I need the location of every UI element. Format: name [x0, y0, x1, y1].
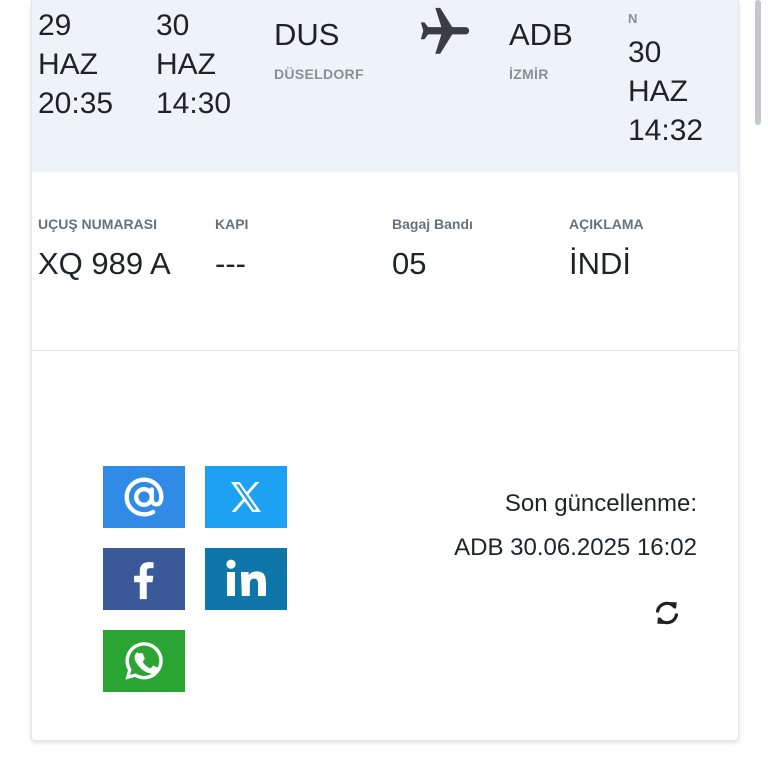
actual-departure-day: 30 — [156, 9, 190, 42]
arrival-column-label: N — [628, 0, 738, 28]
flight-number-value: XQ 989 A — [38, 246, 171, 281]
departure-month: HAZ — [38, 48, 98, 81]
share-x-button[interactable] — [205, 466, 287, 528]
gate-value: --- — [215, 246, 246, 281]
arrival-month: HAZ — [628, 75, 688, 108]
destination-city: İZMİR — [509, 66, 549, 82]
flight-details: UÇUŞ NUMARASI XQ 989 A KAPI --- Bagaj Ba… — [32, 172, 738, 351]
x-logo-icon — [231, 482, 261, 512]
flight-number-label: UÇUŞ NUMARASI — [38, 216, 157, 232]
last-update-value: ADB 30.06.2025 16:02 — [454, 534, 697, 561]
share-linkedin-button[interactable] — [205, 548, 287, 610]
share-facebook-button[interactable] — [103, 548, 185, 610]
whatsapp-icon — [125, 642, 163, 680]
airplane-icon — [420, 7, 470, 54]
share-email-button[interactable] — [103, 466, 185, 528]
status-label: AÇIKLAMA — [569, 216, 644, 232]
linkedin-icon — [226, 559, 266, 596]
at-sign-icon — [124, 477, 164, 517]
flight-card: 29 HAZ 20:35 30 HAZ 14:30 DUS DÜSELDORF … — [31, 0, 739, 741]
share-whatsapp-button[interactable] — [103, 630, 185, 692]
refresh-icon[interactable] — [652, 598, 682, 628]
arrival-time: 14:32 — [628, 114, 704, 147]
arrival-date-col: 30 HAZ 14:32 — [628, 33, 703, 150]
arrival-label-fragment: N — [628, 11, 638, 26]
arrival-day: 30 — [628, 36, 662, 69]
baggage-label: Bagaj Bandı — [392, 216, 473, 232]
actual-departure-col: 30 HAZ 14:30 — [156, 6, 231, 123]
last-update-label: Son güncellenme: — [504, 490, 697, 517]
status-value: İNDİ — [569, 246, 631, 281]
baggage-value: 05 — [392, 246, 427, 281]
actual-departure-time: 14:30 — [156, 87, 232, 120]
departure-day: 29 — [38, 9, 72, 42]
actual-departure-month: HAZ — [156, 48, 216, 81]
flight-summary: 29 HAZ 20:35 30 HAZ 14:30 DUS DÜSELDORF … — [32, 0, 738, 172]
gate-label: KAPI — [215, 216, 249, 232]
origin-city: DÜSELDORF — [274, 66, 364, 82]
destination-code: ADB — [509, 17, 573, 52]
departure-time: 20:35 — [38, 87, 114, 120]
facebook-icon — [134, 562, 154, 600]
origin-code: DUS — [274, 17, 340, 52]
departure-date-col: 29 HAZ 20:35 — [38, 6, 113, 123]
scrollbar[interactable] — [755, 0, 761, 125]
